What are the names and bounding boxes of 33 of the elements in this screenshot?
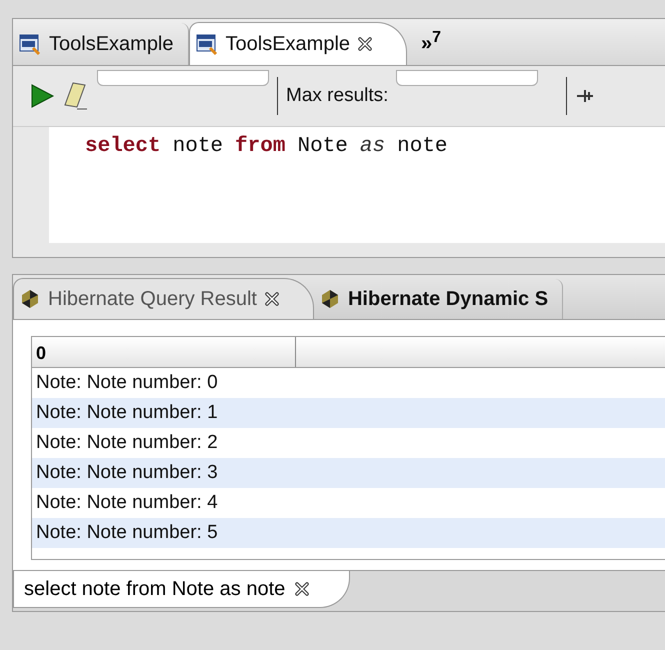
table-row[interactable]: Note: Note number: 1 <box>32 398 665 428</box>
table-row[interactable]: Note: Note number: 4 <box>32 488 665 518</box>
tab-label: ToolsExample <box>226 32 350 56</box>
table-row[interactable]: Note: Note number: 3 <box>32 458 665 488</box>
close-icon[interactable] <box>264 292 279 306</box>
tab-label: Hibernate Dynamic S <box>348 288 548 310</box>
query-token: as <box>360 135 386 160</box>
editor-tab[interactable]: ToolsExample <box>188 22 408 65</box>
tab-label: ToolsExample <box>49 32 174 56</box>
tab-label: Hibernate Query Result <box>48 288 257 310</box>
table-row[interactable]: Note: Note number: 2 <box>32 428 665 458</box>
table-row[interactable]: Note: Note number: 0 <box>32 368 665 398</box>
query-tab[interactable]: select note from Note as note <box>13 571 350 608</box>
table-row[interactable]: Note: Note number: 5 <box>32 518 665 548</box>
hql-editor-icon <box>19 33 41 55</box>
max-results-field[interactable] <box>396 70 538 86</box>
run-icon[interactable] <box>29 83 55 109</box>
query-token: select <box>85 135 161 160</box>
tab-label: select note from Note as note <box>24 578 286 600</box>
close-icon[interactable] <box>295 582 310 596</box>
close-icon[interactable] <box>358 37 372 51</box>
query-token: Note <box>297 135 348 160</box>
query-token: from <box>235 135 286 160</box>
hql-editor-icon <box>196 33 218 55</box>
max-results-label: Max results: <box>286 85 388 107</box>
eraser-icon[interactable] <box>63 81 89 111</box>
hibernate-icon <box>320 289 340 309</box>
editor-tab[interactable]: ToolsExample <box>13 23 189 65</box>
more-tabs-button[interactable]: »$^{7}$ <box>407 28 456 56</box>
query-token: note <box>397 135 448 160</box>
hibernate-icon <box>20 289 40 309</box>
query-token: note <box>172 135 224 160</box>
view-tab[interactable]: Hibernate Query Result <box>13 278 314 319</box>
